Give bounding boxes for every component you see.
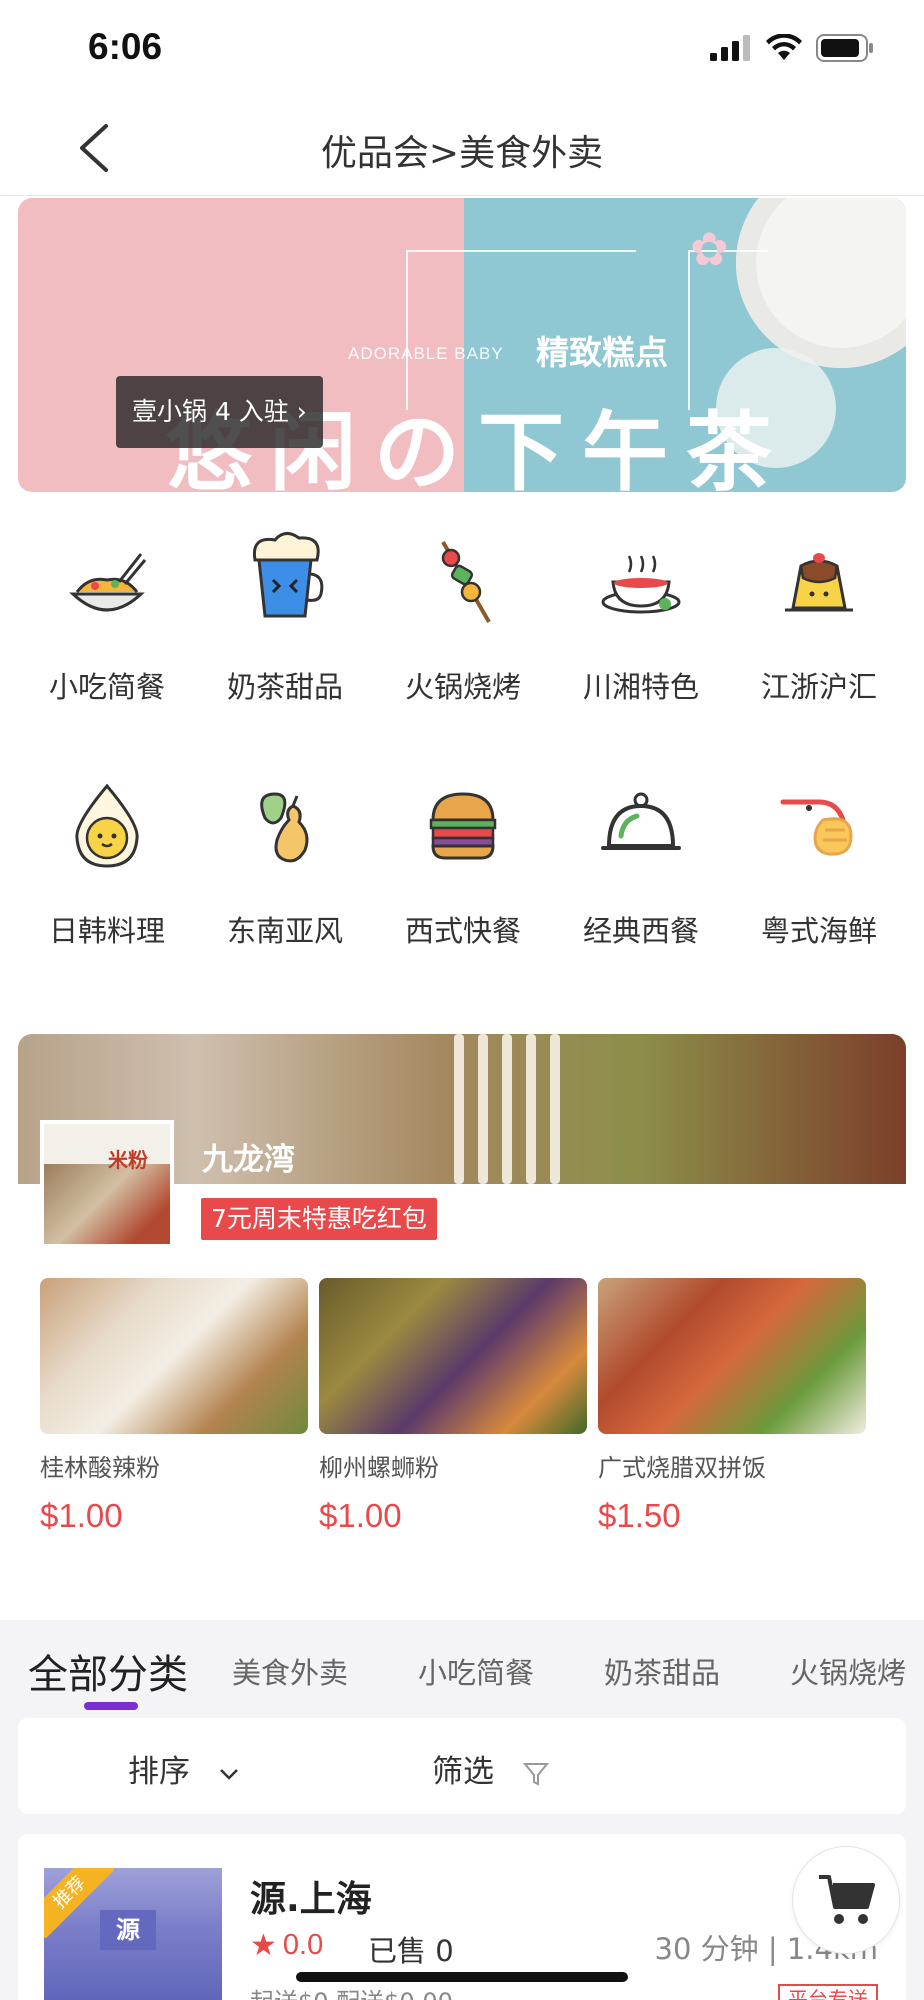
dish-item[interactable]: 广式烧腊双拼饭 $1.50 <box>598 1278 866 1535</box>
category-label: 日韩料理 <box>48 914 165 948</box>
cart-button[interactable] <box>792 1846 900 1954</box>
filter-label: 筛选 <box>432 1754 494 1790</box>
shop-promo-badge: 7元周末特惠吃红包 <box>201 1198 437 1240</box>
tab-all[interactable]: 全部分类 <box>28 1642 188 1700</box>
recommend-ribbon: 推荐 <box>44 1868 114 1938</box>
category-label: 川湘特色 <box>582 670 699 704</box>
pear-icon <box>260 792 309 863</box>
shrimp-icon <box>780 799 853 856</box>
category-label: 火锅烧烤 <box>404 670 521 704</box>
featured-shop-card[interactable]: 米粉 九龙湾 7元周末特惠吃红包 桂林酸辣粉 $1.00 柳州螺蛳粉 $1.00… <box>18 1034 906 1544</box>
dish-image <box>319 1278 587 1434</box>
category-item[interactable]: 粤式海鲜 <box>730 764 908 964</box>
dish-price: $1.00 <box>319 1497 402 1534</box>
store-rating: ★ 0.0 <box>250 1928 323 1963</box>
tab-milk-tea[interactable]: 奶茶甜品 <box>604 1650 720 1692</box>
star-icon: ★ <box>250 1929 277 1962</box>
cellular-signal-icon <box>710 35 750 61</box>
hot-soup-icon <box>601 555 681 614</box>
cloche-icon <box>601 792 681 850</box>
egg-icon <box>75 783 139 868</box>
store-fees: 起送$0 配送$0.00 <box>250 1982 453 2000</box>
pudding-icon <box>785 553 853 612</box>
tab-snacks[interactable]: 小吃简餐 <box>418 1650 534 1692</box>
milk-tea-cup-icon <box>252 532 324 618</box>
category-label: 东南亚风 <box>226 914 343 948</box>
category-item[interactable]: 小吃简餐 <box>18 520 196 720</box>
category-item[interactable]: 日韩料理 <box>18 764 196 964</box>
wifi-icon <box>766 34 802 60</box>
store-name: 源.上海 <box>250 1879 372 1920</box>
category-label: 江浙沪汇 <box>760 670 877 704</box>
category-label: 西式快餐 <box>404 914 521 948</box>
shop-name: 九龙湾 <box>202 1142 295 1178</box>
shop-logo: 米粉 <box>40 1120 174 1248</box>
filter-button[interactable]: 筛选 <box>432 1746 550 1791</box>
category-tabs: 全部分类 美食外卖 小吃简餐 奶茶甜品 火锅烧烤 <box>0 1620 924 1716</box>
home-indicator <box>296 1972 628 1982</box>
status-bar: 6:06 <box>0 0 924 100</box>
dish-name: 广式烧腊双拼饭 <box>598 1454 766 1482</box>
flower-icon: ✿ <box>690 222 729 276</box>
store-rating-value: 0.0 <box>282 1929 324 1961</box>
battery-icon <box>816 34 873 62</box>
status-time: 6:06 <box>88 26 163 67</box>
category-item[interactable]: 江浙沪汇 <box>730 520 908 720</box>
page-title: 优品会>美食外卖 <box>320 133 604 174</box>
sort-dropdown[interactable]: 排序 <box>128 1746 240 1791</box>
dish-image <box>40 1278 308 1434</box>
promo-banner[interactable]: ✿ ADORABLE BABY 精致糕点 悠闲の下午茶 壹小锅 4 入驻 › <box>18 198 906 492</box>
banner-subtitle: 精致糕点 <box>536 333 668 372</box>
category-item[interactable]: 经典西餐 <box>552 764 730 964</box>
funnel-icon <box>522 1762 549 1786</box>
tab-hotpot[interactable]: 火锅烧烤 <box>790 1650 906 1692</box>
skewer-icon <box>441 541 491 623</box>
dish-item[interactable]: 桂林酸辣粉 $1.00 <box>40 1278 308 1535</box>
dish-price: $1.50 <box>598 1497 681 1534</box>
category-item[interactable]: 东南亚风 <box>196 764 374 964</box>
category-item[interactable]: 奶茶甜品 <box>196 520 374 720</box>
dish-price: $1.00 <box>40 1497 123 1534</box>
dish-name: 柳州螺蛳粉 <box>319 1454 439 1482</box>
burger-icon <box>429 792 497 860</box>
category-label: 经典西餐 <box>582 914 699 948</box>
filter-bar: 排序 筛选 <box>18 1718 906 1814</box>
nav-bar: 优品会>美食外卖 <box>0 100 924 196</box>
dish-image <box>598 1278 866 1434</box>
category-label: 奶茶甜品 <box>226 670 343 704</box>
store-sold-count: 已售 0 <box>368 1934 454 1968</box>
category-label: 粤式海鲜 <box>760 914 877 948</box>
category-item[interactable]: 火锅烧烤 <box>374 520 552 720</box>
dish-name: 桂林酸辣粉 <box>40 1454 160 1482</box>
status-icons <box>710 34 874 62</box>
noodles-bowl-icon <box>69 553 147 612</box>
banner-shop-tag[interactable]: 壹小锅 4 入驻 › <box>116 376 323 448</box>
chevron-down-icon <box>219 1768 238 1780</box>
sort-label: 排序 <box>128 1754 190 1790</box>
delivery-badge: 平台专送 <box>778 1984 878 2000</box>
tab-food-delivery[interactable]: 美食外卖 <box>232 1650 348 1692</box>
recommend-ribbon-label: 推荐 <box>44 1868 114 1938</box>
banner-english-text: ADORABLE BABY <box>348 344 504 363</box>
shop-logo-text: 米粉 <box>108 1148 148 1172</box>
category-item[interactable]: 西式快餐 <box>374 764 552 964</box>
dish-item[interactable]: 柳州螺蛳粉 $1.00 <box>319 1278 587 1535</box>
category-item[interactable]: 川湘特色 <box>552 520 730 720</box>
cart-icon <box>819 1875 875 1924</box>
active-tab-indicator <box>84 1702 138 1710</box>
category-label: 小吃简餐 <box>48 670 165 704</box>
